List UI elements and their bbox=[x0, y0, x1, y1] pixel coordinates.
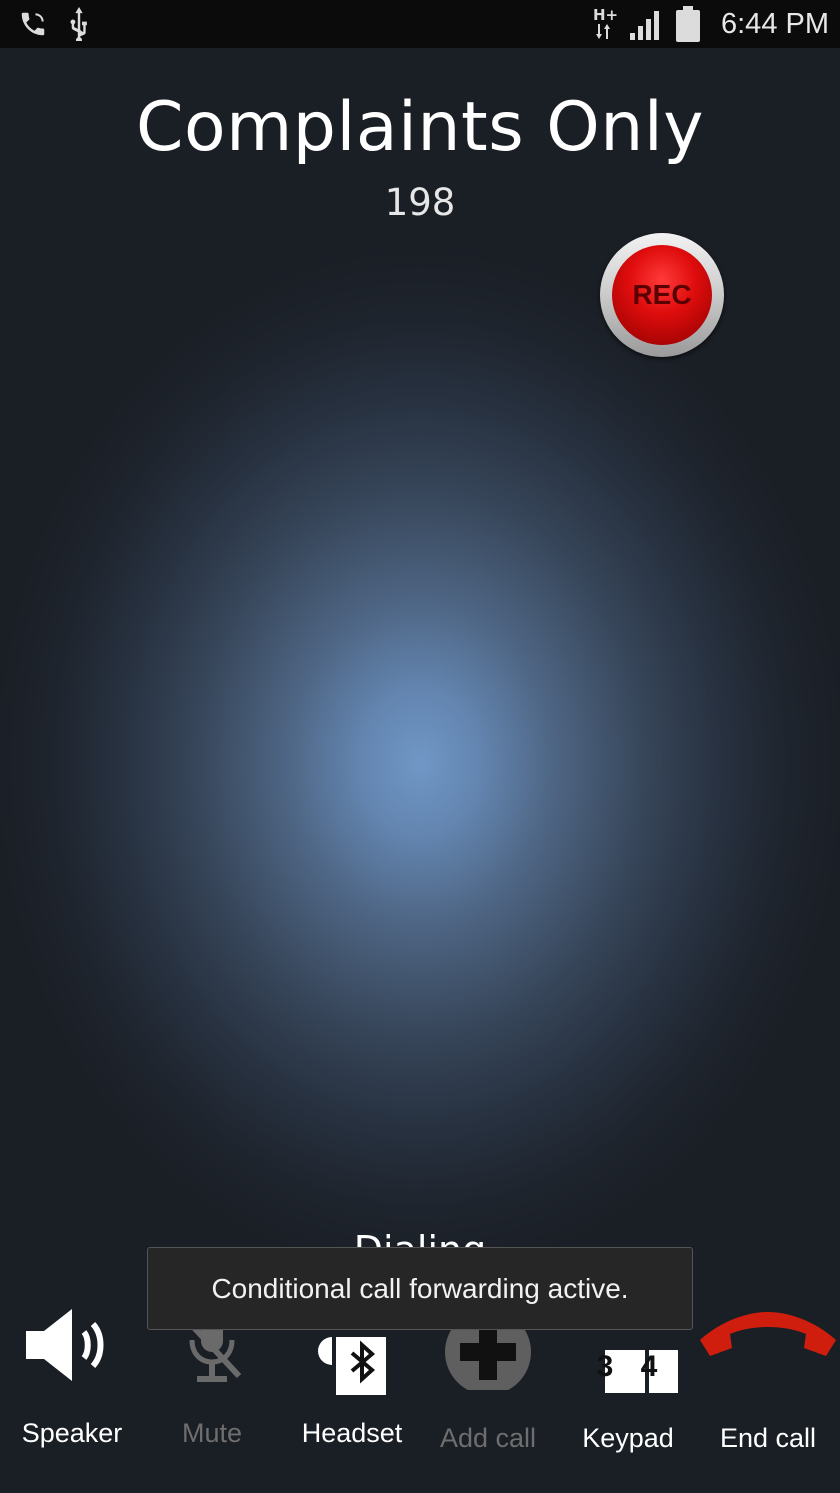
keypad-digit-4: 4 bbox=[640, 1350, 658, 1383]
speaker-icon bbox=[2, 1290, 142, 1400]
hspa-plus-data-icon: H+ bbox=[592, 0, 620, 48]
usb-icon bbox=[66, 0, 92, 48]
call-state: Dialing bbox=[353, 1228, 487, 1250]
signal-strength-icon bbox=[629, 0, 663, 48]
record-label: REC bbox=[612, 245, 712, 345]
battery-icon bbox=[674, 0, 702, 48]
contact-name: Complaints Only bbox=[135, 88, 704, 167]
status-time: 6:44 PM bbox=[721, 8, 829, 40]
end-call-label: End call bbox=[719, 1423, 817, 1453]
keypad-digit-3: 3 bbox=[596, 1350, 614, 1383]
headset-label: Headset bbox=[301, 1418, 403, 1448]
end-call-icon bbox=[698, 1290, 838, 1400]
record-button[interactable]: REC bbox=[600, 233, 724, 357]
mute-label: Mute bbox=[181, 1418, 243, 1448]
svg-text:H+: H+ bbox=[593, 6, 618, 24]
add-call-label: Add call bbox=[439, 1423, 537, 1453]
toast-message: Conditional call forwarding active. bbox=[147, 1247, 693, 1330]
speaker-button[interactable]: Speaker bbox=[2, 1290, 142, 1493]
keypad-label: Keypad bbox=[582, 1423, 674, 1453]
contact-number: 198 bbox=[384, 181, 456, 224]
end-call-button[interactable]: End call bbox=[698, 1290, 838, 1493]
status-bar: H+ 6:44 PM bbox=[0, 0, 840, 48]
speaker-label: Speaker bbox=[21, 1418, 123, 1448]
phone-call-icon bbox=[18, 0, 48, 48]
